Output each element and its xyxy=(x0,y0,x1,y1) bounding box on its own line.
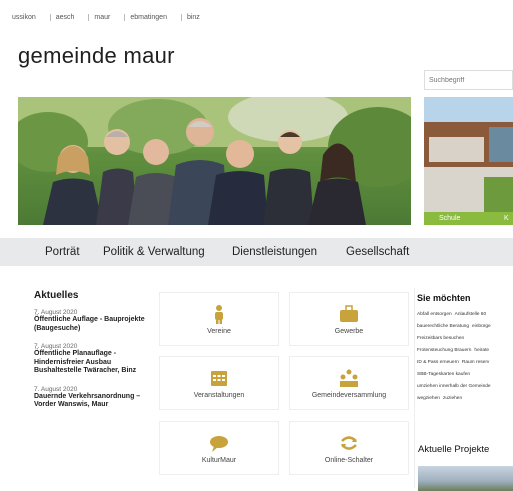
site-logo[interactable]: gemeinde maur xyxy=(18,43,175,69)
hero-photo xyxy=(18,97,411,225)
search-input[interactable] xyxy=(424,70,513,90)
school-photo xyxy=(424,97,513,212)
project-thumbnail[interactable] xyxy=(418,466,513,491)
sidebar-wishes: Sie möchten Abfall entsorgen Anlaufstell… xyxy=(417,293,513,403)
news-title[interactable]: Öffentliche Auflage - Bauprojekte (Bauge… xyxy=(34,316,154,333)
tag-link[interactable]: Frotensteuchung Brauern xyxy=(417,346,471,355)
briefcase-icon xyxy=(340,304,358,322)
exchange-icon xyxy=(341,435,357,450)
next-caption: K xyxy=(504,215,509,222)
nav-dienstleistungen[interactable]: Dienstleistungen xyxy=(232,246,317,258)
speech-bubble-icon xyxy=(210,435,228,452)
tag-link[interactable]: Freizeitbars besuchen xyxy=(417,334,464,343)
person-icon xyxy=(215,304,223,324)
tile-label: KulturMaur xyxy=(201,456,237,464)
tile-vereine[interactable]: Vereine xyxy=(160,293,278,345)
tile-label: Gemeindeversammlung xyxy=(311,391,387,399)
main-navigation: Porträt Politik & Verwaltung Dienstleist… xyxy=(0,238,513,266)
tile-veranstaltungen[interactable]: Veranstaltungen xyxy=(160,357,278,409)
news-heading: Aktuelles xyxy=(34,290,79,301)
news-date: 7. August 2020 xyxy=(34,309,78,316)
nav-gesellschaft[interactable]: Gesellschaft xyxy=(346,246,409,258)
tag-cloud: Abfall entsorgen Anlaufstelle 60 bauerec… xyxy=(417,310,513,403)
people-photo xyxy=(18,97,411,225)
tag-link[interactable]: SBB-Tageskarten kaufen xyxy=(417,370,470,379)
news-date: 7. August 2020 xyxy=(34,385,78,393)
tile-gemeindeversammlung[interactable]: Gemeindeversammlung xyxy=(290,357,408,409)
projects-heading: Aktuelle Projekte xyxy=(418,444,490,455)
tag-link[interactable]: zuziehen xyxy=(443,394,462,403)
location-link[interactable]: binz xyxy=(180,14,214,21)
tag-link[interactable]: wegziehen xyxy=(417,394,440,403)
news-item[interactable]: 7. August 2020 Öffentliche Planauflage -… xyxy=(34,343,154,376)
tag-link[interactable]: bauerechtliche Beratung xyxy=(417,322,469,331)
tile-gewerbe[interactable]: Gewerbe xyxy=(290,293,408,345)
news-item[interactable]: 7. August 2020 Öffentliche Auflage - Bau… xyxy=(34,309,154,333)
location-link[interactable]: ussikon xyxy=(12,14,50,21)
tag-link[interactable]: Anlaufstelle 60 xyxy=(455,310,486,319)
tile-kulturmaur[interactable]: KulturMaur xyxy=(160,422,278,474)
tag-link[interactable]: einbürge xyxy=(472,322,491,331)
column-divider xyxy=(414,288,415,488)
tag-link[interactable]: ID & Pass erneuern xyxy=(417,358,459,367)
tag-link[interactable]: heirate xyxy=(474,346,489,355)
location-link[interactable]: ebmatingen xyxy=(124,14,181,21)
news-title[interactable]: Öffentliche Planauflage - Hindernisfreie… xyxy=(34,350,154,376)
tile-online-schalter[interactable]: Online-Schalter xyxy=(290,422,408,474)
nav-politik[interactable]: Politik & Verwaltung xyxy=(103,246,205,258)
assembly-icon xyxy=(340,369,358,387)
school-caption-bar: Schule K xyxy=(424,212,513,225)
sidebar-heading: Sie möchten xyxy=(417,293,471,303)
news-item[interactable]: 7. August 2020 Dauernde Verkehrsanordnun… xyxy=(34,386,154,410)
school-thumbnail[interactable]: Schule K xyxy=(424,97,513,225)
tile-label: Vereine xyxy=(207,327,231,335)
top-location-nav: ussikon aesch maur ebmatingen binz xyxy=(12,14,214,21)
news-date: 7. August 2020 xyxy=(34,343,78,350)
news-title[interactable]: Dauernde Verkehrsanordnung – Vorder Wans… xyxy=(34,393,154,410)
school-caption: Schule xyxy=(439,215,461,222)
tag-link[interactable]: Abfall entsorgen xyxy=(417,310,452,319)
tag-link[interactable]: umziehen innerhalb der Gemeinde xyxy=(417,382,491,391)
nav-portrait[interactable]: Porträt xyxy=(45,246,80,258)
tile-label: Online-Schalter xyxy=(324,456,374,464)
tile-label: Gewerbe xyxy=(334,327,364,335)
tile-label: Veranstaltungen xyxy=(193,391,245,399)
news-column: Aktuelles 7. August 2020 Öffentliche Auf… xyxy=(34,290,154,420)
tag-link[interactable]: Raum reserv xyxy=(462,358,489,367)
calendar-icon xyxy=(211,370,227,386)
location-link[interactable]: aesch xyxy=(49,14,89,21)
location-link[interactable]: maur xyxy=(88,14,124,21)
